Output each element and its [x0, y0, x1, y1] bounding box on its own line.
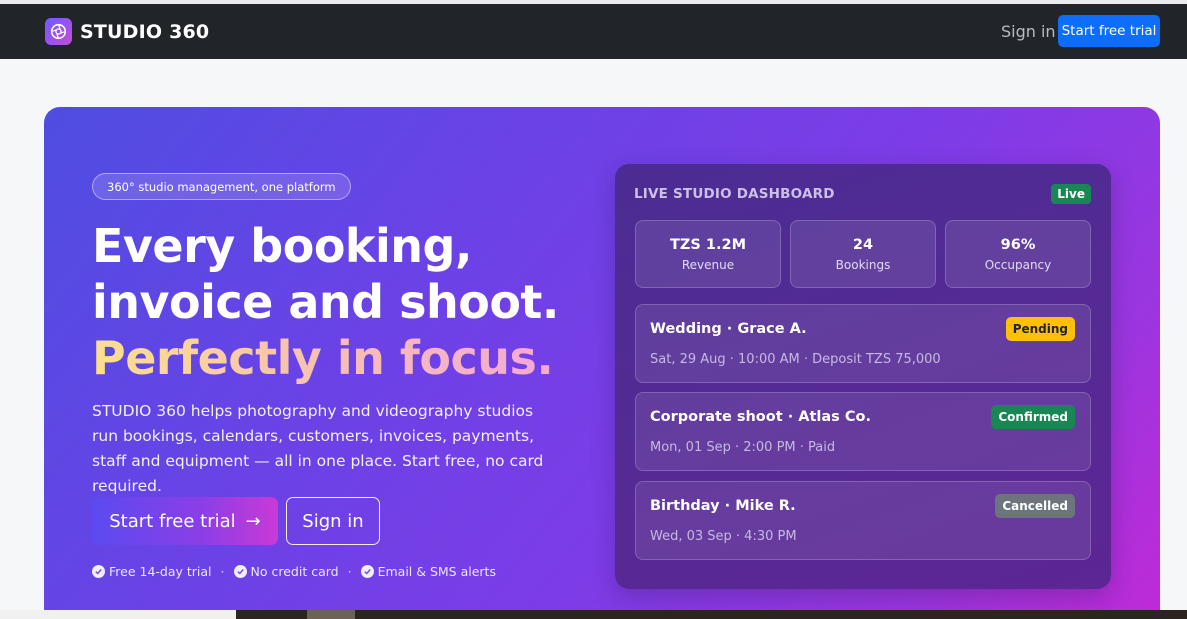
feature-list: Free 14-day trial · No credit card · Ema… — [92, 564, 496, 579]
booking-title: Corporate shoot · Atlas Co. — [650, 409, 871, 425]
os-taskbar — [0, 610, 1187, 619]
live-dashboard-card: LIVE STUDIO DASHBOARD Live TZS 1.2M Reve… — [615, 164, 1111, 589]
start-free-trial-button[interactable]: Start free trial → — [92, 497, 278, 545]
taskbar-segment — [307, 610, 355, 619]
booking-card[interactable]: Wedding · Grace A. Sat, 29 Aug · 10:00 A… — [635, 304, 1091, 383]
taskbar-segment — [0, 610, 236, 619]
headline-line-3: Perfectly in focus. — [92, 331, 554, 385]
stat-bookings: 24 Bookings — [790, 220, 936, 288]
hero-section: 360° studio management, one platform Eve… — [44, 107, 1160, 619]
hero-lead-text: STUDIO 360 helps photography and videogr… — [92, 402, 544, 495]
stat-value: TZS 1.2M — [669, 236, 746, 253]
check-circle-icon — [92, 565, 105, 578]
booking-detail: Wed, 03 Sep · 4:30 PM — [650, 529, 797, 544]
booking-detail: Sat, 29 Aug · 10:00 AM · Deposit TZS 75,… — [650, 352, 941, 367]
feature-item: Email & SMS alerts — [360, 564, 496, 579]
booking-detail: Mon, 01 Sep · 2:00 PM · Paid — [650, 440, 836, 455]
arrow-right-icon: → — [245, 510, 261, 532]
stat-value: 24 — [852, 236, 874, 253]
aperture-icon — [45, 18, 72, 45]
separator: · — [347, 564, 352, 579]
brand[interactable]: STUDIO 360 — [45, 18, 209, 45]
booking-card[interactable]: Corporate shoot · Atlas Co. Mon, 01 Sep … — [635, 392, 1091, 471]
tagline-pill: 360° studio management, one platform — [92, 173, 351, 200]
dashboard-title: LIVE STUDIO DASHBOARD — [634, 186, 835, 202]
headline-line-1: Every booking, — [92, 219, 472, 273]
check-circle-icon — [233, 565, 247, 578]
booking-title: Wedding · Grace A. — [650, 321, 807, 337]
navbar: STUDIO 360 Sign in Start free trial — [0, 4, 1187, 59]
status-badge: Pending — [1005, 317, 1075, 341]
stat-value: 96% — [1000, 236, 1036, 253]
nav-sign-in-link[interactable]: Sign in — [1001, 22, 1056, 41]
sign-in-button[interactable]: Sign in — [286, 497, 380, 545]
headline-line-2: invoice and shoot. — [92, 275, 559, 329]
stat-revenue: TZS 1.2M Revenue — [635, 220, 781, 288]
nav-start-trial-button[interactable]: Start free trial — [1058, 15, 1160, 47]
stat-label: Bookings — [835, 257, 891, 272]
check-circle-icon — [360, 565, 374, 578]
start-free-trial-label: Start free trial — [109, 510, 236, 532]
brand-name: STUDIO 360 — [80, 20, 210, 43]
booking-card[interactable]: Birthday · Mike R. Wed, 03 Sep · 4:30 PM… — [635, 481, 1091, 560]
stat-label: Revenue — [681, 257, 735, 272]
live-badge: Live — [1051, 184, 1091, 204]
hero-headline: Every booking, invoice and shoot. Perfec… — [92, 218, 612, 386]
stat-occupancy: 96% Occupancy — [945, 220, 1091, 288]
feature-item: Free 14-day trial — [92, 564, 212, 579]
feature-label: Free 14-day trial — [109, 564, 212, 579]
feature-label: Email & SMS alerts — [377, 564, 496, 579]
status-badge: Confirmed — [991, 405, 1075, 429]
status-badge: Cancelled — [995, 494, 1075, 518]
feature-item: No credit card — [233, 564, 339, 579]
separator: · — [220, 564, 225, 579]
stat-label: Occupancy — [984, 257, 1052, 272]
booking-title: Birthday · Mike R. — [650, 498, 796, 514]
feature-label: No credit card — [250, 564, 339, 579]
